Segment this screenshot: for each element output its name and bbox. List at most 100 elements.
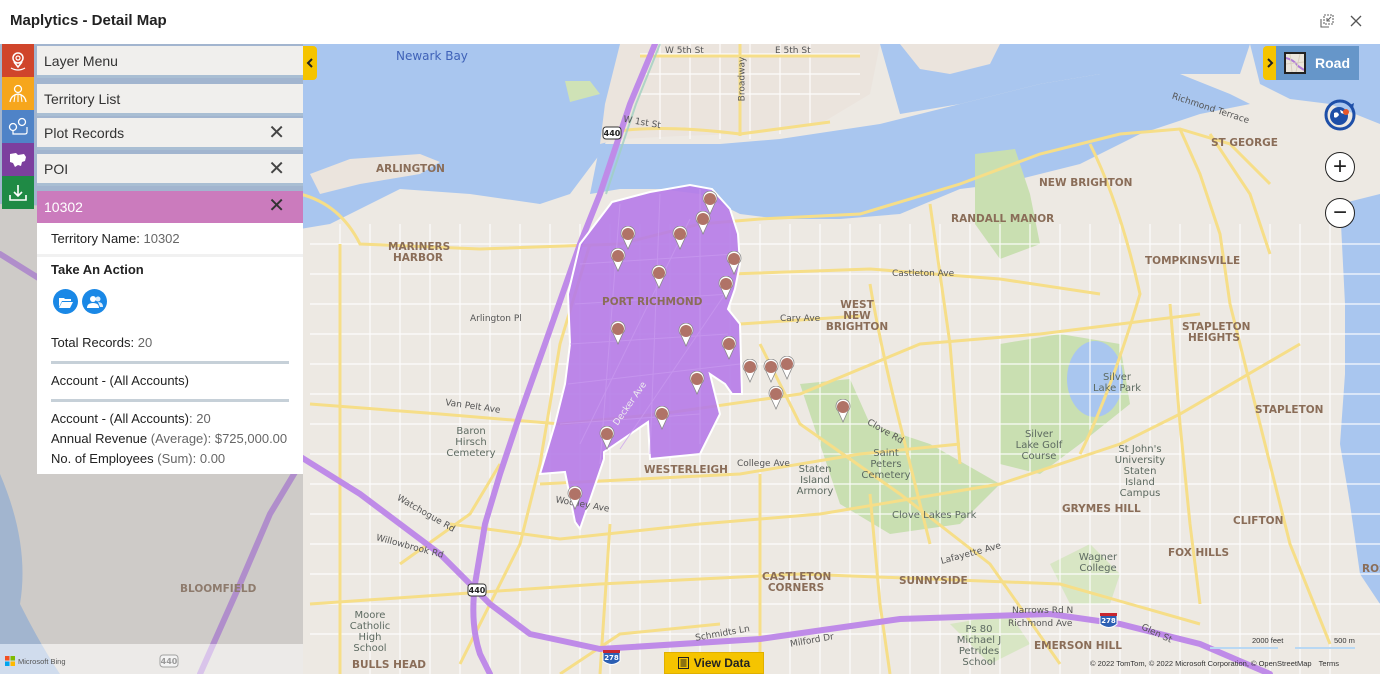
record-pin[interactable] xyxy=(779,355,795,380)
open-folder-icon[interactable] xyxy=(53,289,78,314)
label-clove-lakes-park: Clove Lakes Park xyxy=(892,510,977,521)
menu-item-poi[interactable]: POI ✕ xyxy=(37,154,303,186)
app-title: Maplytics - Detail Map xyxy=(10,12,167,29)
record-pin[interactable] xyxy=(599,425,615,450)
locate-me-icon[interactable] xyxy=(1324,99,1356,131)
zoom-out-button[interactable]: − xyxy=(1325,198,1355,228)
record-pin[interactable] xyxy=(689,370,705,395)
map-canvas[interactable]: 440 440 440 278 278 Newark Bay ARLINGTON… xyxy=(0,44,1380,674)
label-fox-hills: FOX HILLS xyxy=(1168,547,1230,559)
label-stapleton: STAPLETON xyxy=(1255,404,1324,416)
divider xyxy=(51,361,289,364)
menu-item-label: Plot Records xyxy=(44,124,125,141)
stat-row: Account - (All Accounts): 20 xyxy=(51,411,211,426)
close-territory-icon[interactable]: ✕ xyxy=(268,196,285,216)
label-new-brighton: NEW BRIGHTON xyxy=(1039,177,1133,189)
stat-label: Annual Revenue xyxy=(51,431,148,446)
copyright-text: © 2022 TomTom, © 2022 Microsoft Corporat… xyxy=(1090,659,1312,668)
bing-label: Microsoft Bing xyxy=(18,656,66,666)
label-silver-lake-park: Silver Lake Park xyxy=(1092,372,1142,394)
label-port-richmond: PORT RICHMOND xyxy=(602,296,703,308)
view-data-button[interactable]: View Data xyxy=(664,652,764,674)
close-icon[interactable] xyxy=(1345,10,1367,32)
scale-bar-meters xyxy=(1295,647,1355,649)
menu-item-label: POI xyxy=(44,160,69,177)
stat-value: 0.00 xyxy=(199,451,226,466)
scale-meters: 500 m xyxy=(1334,636,1355,645)
download-icon[interactable] xyxy=(2,176,34,209)
stat-label: No. of Employees xyxy=(51,451,154,466)
label-moore-catholic-high-school: Moore Catholic High School xyxy=(349,610,391,654)
entity-heading: Account - (All Accounts) xyxy=(51,373,189,388)
chevron-right-icon[interactable] xyxy=(1263,46,1276,80)
svg-text:440: 440 xyxy=(469,586,486,595)
label-west-new-brighton: WEST NEW BRIGHTON xyxy=(825,299,889,333)
menu-item-label: Layer Menu xyxy=(44,52,118,69)
menu-item-plot-records[interactable]: Plot Records ✕ xyxy=(37,118,303,150)
record-pin[interactable] xyxy=(672,225,688,250)
map-style-switch[interactable]: Road xyxy=(1263,46,1359,80)
menu-item-layer-menu[interactable]: Layer Menu xyxy=(37,46,303,78)
collapse-panel-button[interactable] xyxy=(303,46,317,80)
scale-bar-feet xyxy=(1210,647,1278,649)
label-sunnyside: SUNNYSIDE xyxy=(899,575,968,587)
stat-row: Annual Revenue (Average): $725,000.00 xyxy=(51,431,288,446)
menu-item-territory-list[interactable]: Territory List xyxy=(37,84,303,116)
stat-value: 20 xyxy=(196,411,211,426)
close-plot-records-icon[interactable]: ✕ xyxy=(268,123,285,143)
layer-menu-icon[interactable] xyxy=(2,44,34,77)
map-attribution: © 2022 TomTom, © 2022 Microsoft Corporat… xyxy=(1090,659,1339,668)
label-tompkinsville: TOMPKINSVILLE xyxy=(1145,255,1241,267)
record-pin[interactable] xyxy=(610,247,626,272)
record-pin[interactable] xyxy=(721,335,737,360)
label-westerleigh: WESTERLEIGH xyxy=(644,464,728,476)
chevron-left-icon xyxy=(306,58,313,68)
label-emerson-hill: EMERSON HILL xyxy=(1034,640,1122,652)
road-map-thumbnail-icon xyxy=(1284,52,1306,74)
record-pin[interactable] xyxy=(654,405,670,430)
restore-window-icon[interactable] xyxy=(1316,10,1338,32)
close-poi-icon[interactable]: ✕ xyxy=(268,159,285,179)
record-pin[interactable] xyxy=(695,210,711,235)
label-st-johns-university: St John's University Staten Island Campu… xyxy=(1114,444,1166,499)
stat-label: Account - (All Accounts) xyxy=(51,411,189,426)
record-pin[interactable] xyxy=(835,398,851,423)
menu-item-territory-10302[interactable]: 10302 ✕ xyxy=(37,191,303,223)
record-pin[interactable] xyxy=(726,250,742,275)
stat-qualifier: (Sum) xyxy=(157,451,193,466)
record-pin[interactable] xyxy=(651,264,667,289)
terms-link[interactable]: Terms xyxy=(1319,659,1339,668)
svg-text:278: 278 xyxy=(604,654,619,662)
menu-item-label: Territory List xyxy=(44,90,121,107)
zoom-in-button[interactable]: + xyxy=(1325,152,1355,182)
label-castleton-ave: Castleton Ave xyxy=(892,269,955,279)
title-bar: Maplytics - Detail Map xyxy=(0,0,1380,44)
svg-text:278: 278 xyxy=(1101,617,1116,625)
poi-map-icon[interactable] xyxy=(2,143,34,176)
label-broadway: Broadway xyxy=(737,56,748,102)
label-saint-peters-cemetery: Saint Peters Cemetery xyxy=(861,448,911,481)
record-pin[interactable] xyxy=(620,225,636,250)
label-stapleton-heights: STAPLETON HEIGHTS xyxy=(1182,321,1251,344)
label-newark-bay: Newark Bay xyxy=(396,49,468,63)
stat-qualifier: (Average) xyxy=(150,431,208,446)
label-ros: ROS xyxy=(1362,563,1380,575)
take-action-heading: Take An Action xyxy=(51,262,144,277)
record-pin[interactable] xyxy=(567,485,583,510)
label-walker-st: Arlington Pl xyxy=(470,314,522,324)
label-college-ave: College Ave xyxy=(737,459,790,469)
record-pin[interactable] xyxy=(678,322,694,347)
record-pin[interactable] xyxy=(763,358,779,383)
sidebar-icon-strip xyxy=(2,44,34,209)
record-pin[interactable] xyxy=(718,275,734,300)
record-pin[interactable] xyxy=(742,358,758,383)
record-pin[interactable] xyxy=(768,385,784,410)
plot-records-icon[interactable] xyxy=(2,110,34,143)
microsoft-logo-icon xyxy=(5,656,15,666)
record-pin[interactable] xyxy=(610,320,626,345)
label-staten-island-armory: Staten Island Armory xyxy=(796,464,834,497)
territory-icon[interactable] xyxy=(2,77,34,110)
scale-feet: 2000 feet xyxy=(1252,636,1284,645)
assign-users-icon[interactable] xyxy=(82,289,107,314)
label-baron-hirsch-cemetery: Baron Hirsch Cemetery xyxy=(446,426,496,459)
